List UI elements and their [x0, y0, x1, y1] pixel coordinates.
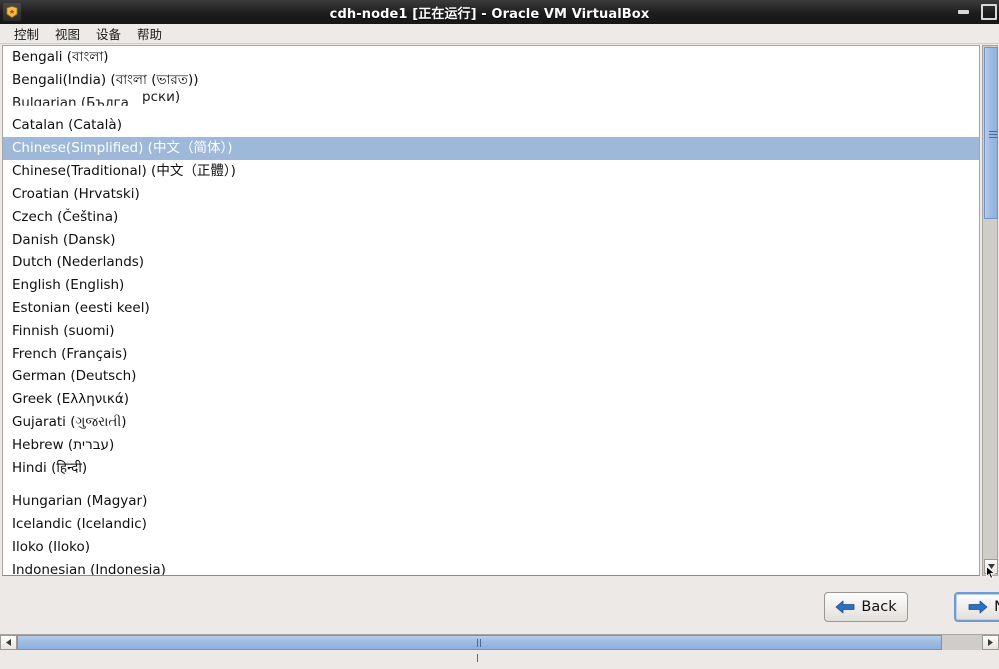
- arrow-right-icon: [968, 600, 988, 614]
- language-list-item[interactable]: Gujarati (ગુજરાતી): [3, 411, 979, 434]
- language-list-item-label: Dutch (Nederlands): [12, 254, 145, 271]
- menubar: 控制 视图 设备 帮助: [0, 24, 999, 44]
- language-list-item-label: Greek (Ελληνικά): [12, 391, 129, 408]
- titlebar: cdh-node1 [正在运行] - Oracle VM VirtualBox: [0, 0, 999, 25]
- language-list-item[interactable]: Croatian (Hrvatski): [3, 183, 979, 206]
- language-list-item-label: Finnish (suomi): [12, 322, 115, 339]
- language-list-item-label: Czech (Čeština): [12, 208, 119, 225]
- language-list-item-label: Gujarati (ગુજરાતી): [12, 414, 127, 430]
- language-list-item[interactable]: German (Deutsch): [3, 365, 979, 388]
- vertical-scrollbar[interactable]: [982, 45, 998, 576]
- scroll-right-button[interactable]: [982, 635, 999, 650]
- maximize-button[interactable]: [981, 4, 997, 20]
- language-list-item[interactable]: French (Français): [3, 343, 979, 366]
- next-button-label: Next: [994, 599, 999, 615]
- scrollbar-grip-icon: [476, 638, 483, 662]
- scroll-down-button[interactable]: [984, 559, 998, 574]
- scrollbar-grip-icon: [989, 131, 997, 138]
- back-button-label: Back: [861, 599, 897, 615]
- language-list-item[interactable]: Dutch (Nederlands): [3, 251, 979, 274]
- language-list-item[interactable]: Chinese(Traditional) (中文（正體）): [3, 160, 979, 183]
- language-list-item-label: German (Deutsch): [12, 368, 137, 385]
- scroll-left-button[interactable]: [0, 635, 17, 650]
- window-controls: [958, 4, 999, 20]
- menu-item-view[interactable]: 视图: [47, 23, 88, 44]
- next-button[interactable]: Next: [954, 592, 999, 622]
- horizontal-scrollbar-thumb[interactable]: [17, 635, 942, 662]
- language-list-item-label: French (Français): [12, 345, 128, 362]
- language-list-item-label: Bulgarian (Бълга: [12, 94, 129, 111]
- horizontal-scrollbar[interactable]: [0, 634, 999, 662]
- menu-item-devices[interactable]: 设备: [88, 23, 129, 44]
- language-list-item[interactable]: Bengali (বাংলা): [3, 46, 979, 69]
- wizard-button-panel: Back Next: [0, 578, 999, 634]
- language-list-item-label: Chinese(Traditional) (中文（正體）): [12, 163, 236, 180]
- language-list-item-label: Estonian (eesti keel): [12, 299, 150, 316]
- language-list-item-label: Bengali (বাংলা): [12, 49, 109, 65]
- guest-screen: Bengali (বাংলা) Bengali(India) (বাংলা (ভা…: [0, 45, 999, 634]
- language-list-item-label: English (English): [12, 277, 125, 294]
- language-list-item-label: Croatian (Hrvatski): [12, 185, 140, 202]
- language-list-item[interactable]: Indonesian (Indonesia): [3, 559, 979, 576]
- language-list-item[interactable]: Greek (Ελληνικά): [3, 388, 979, 411]
- language-list-item[interactable]: Bulgarian (Бълга рски): [3, 89, 979, 115]
- language-list-item[interactable]: Finnish (suomi): [3, 320, 979, 343]
- language-list-item-label: Iloko (Iloko): [12, 539, 91, 556]
- minimize-button[interactable]: [958, 10, 969, 14]
- horizontal-scrollbar-track[interactable]: [17, 635, 982, 662]
- language-list-item[interactable]: English (English): [3, 274, 979, 297]
- language-list-item-label: Icelandic (Icelandic): [12, 516, 147, 533]
- language-list-item-label-artifact: рски): [142, 88, 181, 105]
- menu-item-help[interactable]: 帮助: [129, 23, 170, 44]
- language-list-item-label: Hebrew (עברית): [12, 436, 115, 453]
- back-button[interactable]: Back: [824, 592, 908, 622]
- language-list-item[interactable]: Hungarian (Magyar): [3, 490, 979, 513]
- language-list-item-label: Hindi (हिन्दी): [12, 459, 88, 476]
- language-list-item-label: Hungarian (Magyar): [12, 493, 148, 510]
- menu-item-control[interactable]: 控制: [6, 23, 47, 44]
- language-list-item-label: Catalan (Català): [12, 117, 122, 134]
- virtualbox-vm-window: cdh-node1 [正在运行] - Oracle VM VirtualBox …: [0, 0, 999, 662]
- language-list-item[interactable]: Hindi (हिन्दी): [3, 457, 979, 480]
- language-list-item[interactable]: Danish (Dansk): [3, 229, 979, 252]
- language-list-item-label: Danish (Dansk): [12, 231, 116, 248]
- language-list-item-label: Indonesian (Indonesia): [12, 561, 166, 576]
- virtualbox-icon: [3, 3, 21, 21]
- language-list-item[interactable]: Iloko (Iloko): [3, 536, 979, 559]
- language-list-item-label: Chinese(Simplified) (中文（简体）): [12, 140, 233, 157]
- language-list-item[interactable]: Estonian (eesti keel): [3, 297, 979, 320]
- language-listbox[interactable]: Bengali (বাংলা) Bengali(India) (বাংলা (ভা…: [2, 45, 980, 576]
- arrow-left-icon: [835, 600, 855, 614]
- vertical-scrollbar-thumb[interactable]: [984, 47, 998, 219]
- language-list-item[interactable]: Chinese(Simplified) (中文（简体）): [3, 137, 979, 161]
- language-list-item[interactable]: Icelandic (Icelandic): [3, 513, 979, 536]
- language-list-item[interactable]: Catalan (Català): [3, 114, 979, 137]
- language-list-item[interactable]: Czech (Čeština): [3, 206, 979, 229]
- window-title: cdh-node1 [正在运行] - Oracle VM VirtualBox: [329, 6, 650, 22]
- language-list-item[interactable]: Hebrew (עברית): [3, 434, 979, 457]
